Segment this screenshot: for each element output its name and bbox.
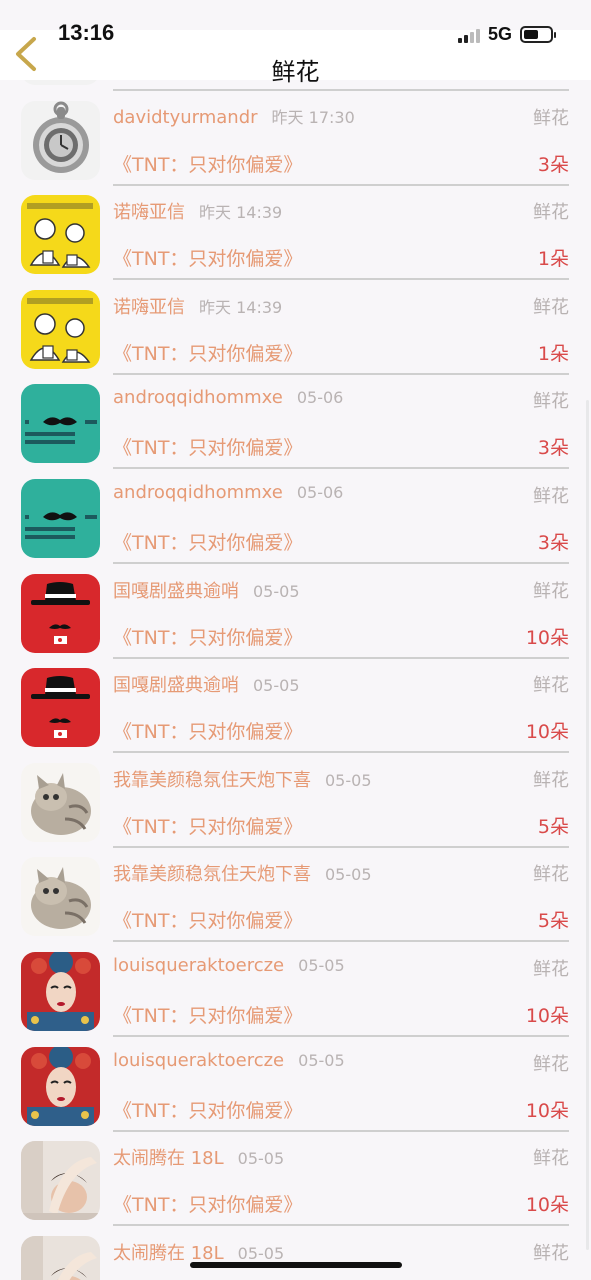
network-type: 5G: [487, 24, 512, 44]
flower-count: 10朵: [525, 1005, 569, 1027]
flower-count: 10朵: [525, 1099, 569, 1122]
work-title[interactable]: 《TNT：只对你偏爱》: [113, 528, 302, 555]
gift-type: 鲜花: [533, 486, 569, 507]
gift-record-row[interactable]: 国嘎剧盛典逾哨 05-05 鲜花《TNT：只对你偏爱》 10朵: [0, 648, 591, 754]
record-time: 昨天 14:39: [199, 297, 283, 317]
gift-record-row[interactable]: 太闹腾在 18L 05-05 鲜花《TNT：只对你偏爱》 10朵: [0, 1121, 591, 1227]
work-title[interactable]: 《TNT：只对你偏爱》: [113, 1190, 302, 1217]
work-title[interactable]: 《TNT：只对你偏爱》: [113, 812, 302, 839]
gift-record-row[interactable]: 我靠美颜稳氛住天炮下喜 05-05 鲜花《TNT：只对你偏爱》 5朵: [0, 837, 591, 943]
sender-name: 太闹腾在 18L 05-05: [113, 1148, 285, 1170]
avatar[interactable]: [21, 384, 100, 464]
flower-count: 3朵: [537, 437, 569, 460]
gift-record-row[interactable]: 诺嗨亚信 昨天 14:39 鲜花《TNT：只对你偏爱》 1朵: [0, 270, 591, 375]
flower-count: 3朵: [537, 153, 569, 176]
record-time: 05-05: [253, 581, 300, 601]
gift-record-row[interactable]: 诺嗨亚信 昨天 14:39 鲜花《TNT：只对你偏爱》 1朵: [0, 175, 591, 281]
sender-name: 我靠美颜稳氛住天炮下喜 05-05: [113, 769, 372, 791]
flower-count: 3朵: [537, 532, 569, 554]
avatar[interactable]: [21, 1141, 100, 1221]
gift-type: 鲜花: [533, 580, 569, 602]
record-time: 05-06: [296, 483, 344, 502]
record-time: 05-05: [298, 956, 345, 975]
gift-type: 鲜花: [533, 675, 569, 697]
record-time: 05-06: [296, 388, 344, 408]
sender-name: 国嘎剧盛典逾哨 05-05: [113, 675, 300, 697]
record-time: 05-05: [237, 1149, 285, 1169]
gift-record-row[interactable]: davidtyurmandr 昨天 17:30 鲜花《TNT：只对你偏爱》 3朵: [0, 81, 591, 186]
flower-count: 10朵: [525, 626, 569, 649]
signal-icon: [457, 27, 480, 43]
page-title: 鲜花: [271, 58, 320, 86]
avatar[interactable]: [21, 857, 100, 937]
record-time: 05-05: [253, 676, 300, 696]
avatar[interactable]: [21, 668, 100, 748]
sender-name: 国嘎剧盛典逾哨 05-05: [113, 580, 300, 602]
work-title[interactable]: 《TNT：只对你偏爱》: [113, 623, 302, 650]
gift-type: 鲜花: [533, 107, 569, 129]
sender-name: louisqueraktoercze 05-05: [113, 1049, 345, 1071]
work-title[interactable]: 《TNT：只对你偏爱》: [113, 906, 302, 933]
avatar[interactable]: [21, 100, 100, 180]
home-indicator[interactable]: [190, 1262, 402, 1268]
scrollbar[interactable]: [586, 400, 589, 1250]
sender-name: androqqidhommxe 05-06: [113, 387, 344, 409]
sender-name: louisqueraktoercze 05-05: [113, 955, 345, 976]
sender-name: 我靠美颜稳氛住天炮下喜 05-05: [113, 864, 372, 886]
sender-name: androqqidhommxe 05-06: [113, 482, 344, 503]
gift-record-row[interactable]: androqqidhommxe 05-06 鲜花《TNT：只对你偏爱》 3朵: [0, 364, 591, 470]
work-title[interactable]: 《TNT：只对你偏爱》: [113, 244, 302, 271]
avatar[interactable]: [21, 289, 100, 369]
status-icons: 5G: [457, 24, 556, 45]
gift-type: 鲜花: [533, 202, 569, 224]
gift-type: 鲜花: [533, 296, 569, 318]
gift-record-row[interactable]: louisqueraktoercze 05-05 鲜花《TNT：只对你偏爱》 10朵: [0, 1027, 591, 1132]
sender-name: davidtyurmandr 昨天 17:30: [113, 106, 355, 128]
gift-record-row[interactable]: androqqidhommxe 05-06 鲜花《TNT：只对你偏爱》 3朵: [0, 459, 591, 564]
work-title[interactable]: 《TNT：只对你偏爱》: [113, 433, 302, 460]
gift-type: 鲜花: [533, 1242, 569, 1264]
work-title[interactable]: 《TNT：只对你偏爱》: [113, 717, 302, 744]
battery-icon: [520, 26, 556, 43]
gift-record-row[interactable]: 国嘎剧盛典逾哨 05-05 鲜花《TNT：只对你偏爱》 10朵: [0, 554, 591, 659]
sender-name: 诺嗨亚信 昨天 14:39: [113, 296, 283, 318]
status-time: 13:16: [58, 20, 115, 45]
flower-count: 5朵: [537, 910, 569, 933]
avatar[interactable]: [21, 1046, 100, 1126]
gift-type: 鲜花: [533, 769, 569, 791]
gift-record-row[interactable]: 太闹腾在 18L 05-05 鲜花: [0, 1216, 591, 1280]
record-time: 05-05: [325, 865, 372, 885]
record-time: 昨天 14:39: [199, 203, 283, 223]
avatar[interactable]: [21, 1235, 100, 1280]
avatar[interactable]: [21, 952, 100, 1031]
record-time: 05-05: [325, 770, 372, 790]
work-title[interactable]: 《TNT：只对你偏爱》: [113, 339, 302, 366]
flower-count: 10朵: [525, 721, 569, 744]
sender-name: 太闹腾在 18L 05-05: [113, 1242, 285, 1264]
gift-type: 鲜花: [533, 391, 569, 413]
flower-count: 1朵: [537, 342, 569, 365]
flower-count: 1朵: [537, 248, 569, 271]
avatar[interactable]: [21, 573, 100, 653]
gift-record-row[interactable]: 我靠美颜稳氛住天炮下喜 05-05 鲜花《TNT：只对你偏爱》 5朵: [0, 743, 591, 848]
avatar[interactable]: [21, 479, 100, 558]
avatar[interactable]: [21, 762, 100, 842]
gift-type: 鲜花: [533, 864, 569, 886]
gift-record-row[interactable]: louisqueraktoercze 05-05 鲜花《TNT：只对你偏爱》 10朵: [0, 932, 591, 1037]
work-title[interactable]: 《TNT：只对你偏爱》: [113, 1096, 302, 1123]
gift-type: 鲜花: [533, 959, 569, 980]
work-title[interactable]: 《TNT：只对你偏爱》: [113, 150, 302, 177]
gift-type: 鲜花: [533, 1053, 569, 1075]
status-bar: 13:16 5G: [0, 0, 591, 45]
flower-count: 10朵: [525, 1194, 569, 1217]
sender-name: 诺嗨亚信 昨天 14:39: [113, 202, 283, 224]
flower-count: 5朵: [537, 815, 569, 838]
work-title[interactable]: 《TNT：只对你偏爱》: [113, 1001, 302, 1028]
record-time: 昨天 17:30: [271, 107, 355, 127]
record-time: 05-05: [237, 1243, 285, 1263]
record-time: 05-05: [298, 1050, 345, 1070]
gift-type: 鲜花: [533, 1148, 569, 1170]
avatar[interactable]: [21, 195, 100, 275]
